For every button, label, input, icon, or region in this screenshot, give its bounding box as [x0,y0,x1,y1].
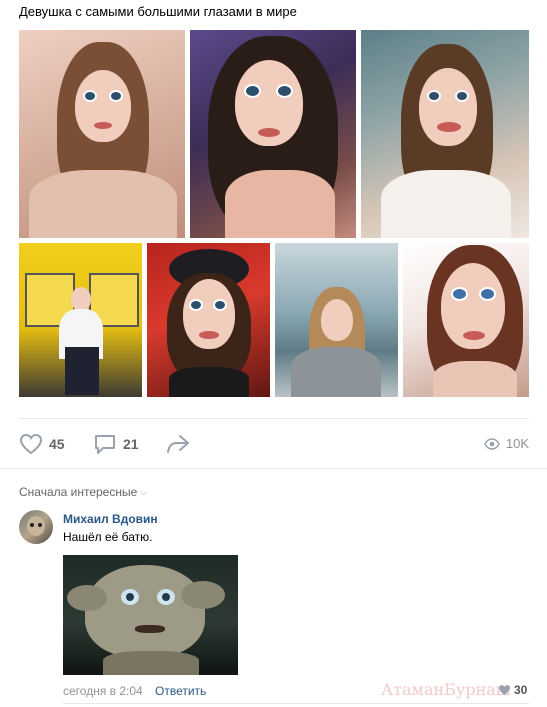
comment-icon [95,435,115,454]
post-photo[interactable] [19,243,142,397]
share-button[interactable] [165,433,191,455]
comment-count: 21 [123,436,139,452]
post-text: Девушка с самыми большими глазами в мире [19,4,297,19]
comment-like-count: 30 [514,683,528,697]
comment-like-button[interactable]: 30 [498,683,527,697]
post-photo[interactable] [361,30,529,238]
comment-timestamp[interactable]: сегодня в 2:04 [63,684,143,698]
reply-button[interactable]: Ответить [155,684,206,698]
comment-button[interactable]: 21 [93,433,139,455]
views-counter: 10K [484,436,529,451]
post-divider [19,418,529,419]
comment-sort-label: Сначала интересные [19,485,138,499]
heart-icon [19,433,43,455]
post-photo[interactable] [147,243,270,397]
share-icon [167,435,189,453]
post-photo[interactable] [19,30,185,238]
like-count: 45 [49,436,65,452]
avatar[interactable] [19,510,53,544]
post-photo[interactable] [403,243,529,397]
eye-icon [484,437,500,450]
chevron-down-icon: ⌵ [140,486,148,497]
heart-icon [499,685,510,695]
post-photo[interactable] [190,30,356,238]
comment-author-link[interactable]: Михаил Вдовин [63,512,158,526]
like-button[interactable]: 45 [19,433,65,455]
comments-divider [0,468,547,469]
comment-divider [63,703,529,704]
comment-text: Нашёл её батю. [63,530,153,544]
comment-sort-dropdown[interactable]: Сначала интересные ⌵ [19,485,147,499]
comment-attachment-image[interactable] [63,555,238,675]
watermark: АтаманБурнаш [381,680,511,699]
views-count: 10K [505,436,529,451]
post-photo[interactable] [275,243,398,397]
